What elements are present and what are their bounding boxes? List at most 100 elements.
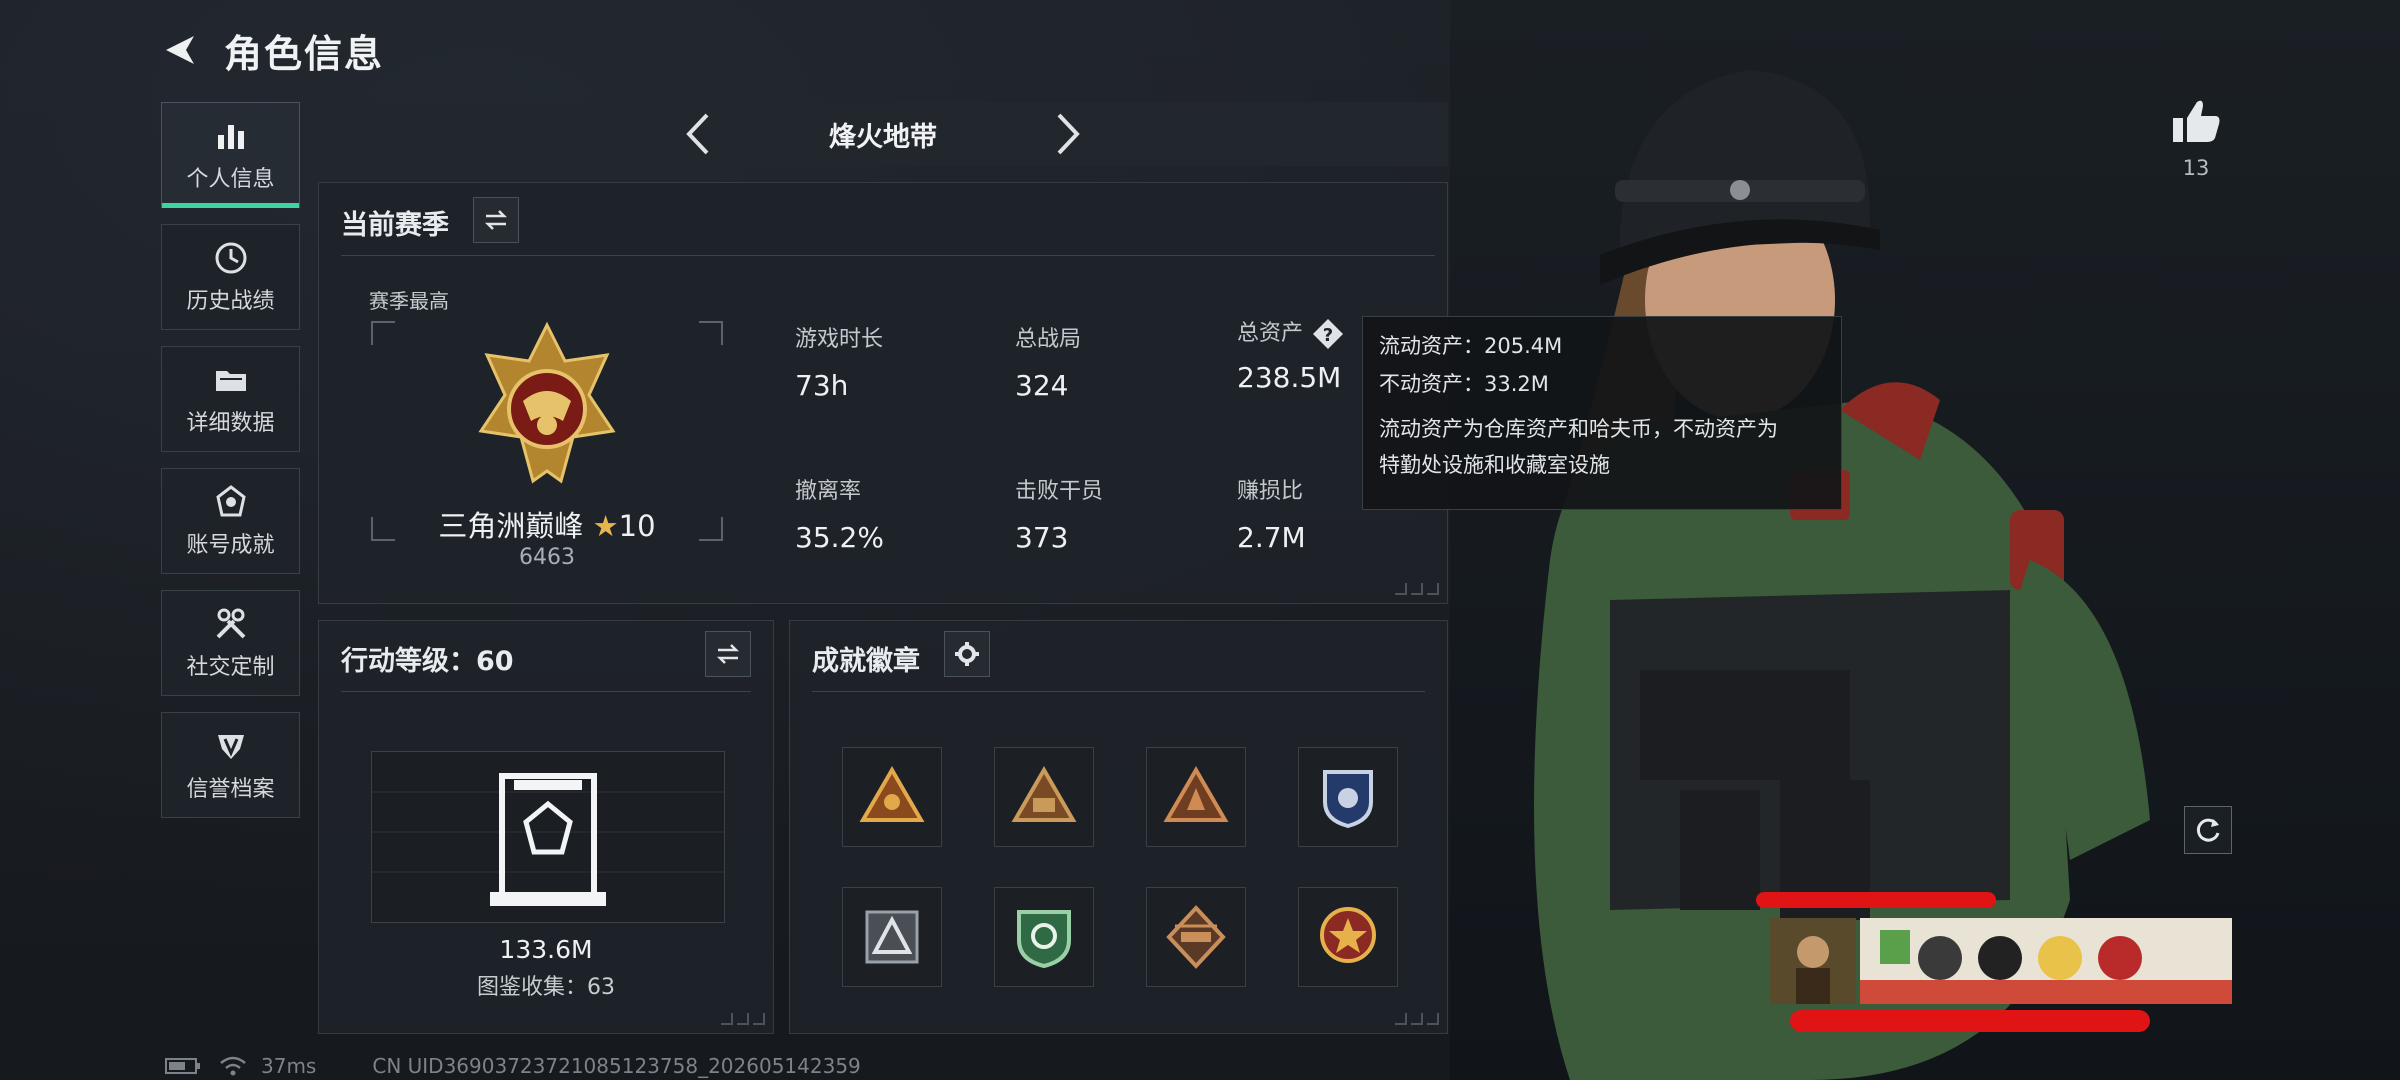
divider: [341, 691, 751, 692]
stat-value: 373: [1015, 521, 1069, 554]
level-switch-button[interactable]: [705, 631, 751, 677]
uid-text: CN UID3690372372108512375​8_202605142359: [372, 1054, 861, 1078]
divider: [812, 691, 1425, 692]
badge-slot[interactable]: [994, 887, 1094, 987]
rank-name-row: 三角洲巅峰 ★10: [371, 503, 723, 545]
stat-value: 35.2%: [795, 521, 884, 554]
profile-stickers-icon: [1770, 918, 2232, 1004]
battery-icon: [165, 1058, 200, 1074]
badge-slot[interactable]: [994, 747, 1094, 847]
stat-extract-rate: 撤离率 35.2%: [795, 473, 884, 554]
badge-slot[interactable]: [1298, 747, 1398, 847]
badge-slot[interactable]: [1146, 747, 1246, 847]
sidebar-item-detail-data[interactable]: 详细数据: [161, 346, 300, 452]
status-bar: 37ms CN UID3690372372108512375​8_2026051…: [165, 1054, 861, 1078]
collection-count: 图鉴收集：63: [477, 975, 615, 1000]
stat-profit-ratio: 赚损比 2.7M: [1237, 473, 1306, 554]
sidebar-item-history[interactable]: 历史战绩: [161, 224, 300, 330]
ping-value: 37ms: [261, 1054, 317, 1078]
rotate-model-button[interactable]: [2184, 806, 2232, 854]
achievement-icon: [215, 485, 246, 517]
tooltip-liquid: 流动资产：205.4M: [1379, 334, 1563, 358]
stat-label: 撤离率: [795, 479, 862, 504]
badge-slot[interactable]: [1146, 887, 1246, 987]
stat-total-assets: 总资产 ? 238.5M: [1237, 315, 1345, 394]
tooltip-desc-line: 特勤处设施和收藏室设施: [1379, 453, 1610, 477]
badges-title: 成就徽章: [812, 646, 920, 677]
thumbs-up-icon[interactable]: [2169, 96, 2223, 146]
rank-score: 6463: [519, 545, 575, 570]
stat-label-row: 总资产 ?: [1237, 315, 1345, 351]
season-panel: 当前赛季 赛季最高 三角洲巅峰 ★10 6463 游戏时长 73h 总战局 32…: [318, 182, 1448, 604]
badge-slot[interactable]: [842, 887, 942, 987]
stat-value: 73h: [795, 369, 849, 402]
help-icon[interactable]: ?: [1311, 317, 1345, 351]
wrench-icon: [216, 608, 245, 639]
chevron-right-icon[interactable]: [1047, 109, 1087, 159]
redaction-mark: [1756, 892, 1996, 908]
folder-icon: [215, 371, 246, 391]
wifi-icon: [220, 1056, 246, 1076]
rank-name: 三角洲巅峰: [438, 509, 584, 543]
season-title: 当前赛季: [341, 210, 449, 241]
sidebar-item-label: 信誉档案: [186, 777, 275, 802]
mode-tab-bar: 烽火地带: [318, 102, 1448, 166]
assets-tooltip: 流动资产：205.4M 不动资产：33.2M 流动资产为仓库资产和哈夫币，不动资…: [1362, 316, 1842, 510]
sidebar-item-label: 社交定制: [186, 655, 275, 680]
rank-stars: 10: [618, 509, 656, 543]
sidebar-item-label: 个人信息: [186, 167, 275, 192]
stat-value: 324: [1015, 369, 1069, 402]
chevron-left-icon[interactable]: [679, 109, 719, 159]
stat-total-matches: 总战局 324: [1015, 321, 1081, 402]
sidebar-item-achievements[interactable]: 账号成就: [161, 468, 300, 574]
stat-label: 赚损比: [1237, 479, 1304, 504]
sidebar-item-credit-record[interactable]: 信誉档案: [161, 712, 300, 818]
sidebar: 个人信息 历史战绩 详细数据 账号成就 社交定制 信誉档案: [161, 102, 300, 834]
badge-slot[interactable]: [1298, 887, 1398, 987]
sidebar-item-label: 账号成就: [186, 533, 275, 558]
svg-text:?: ?: [1323, 325, 1333, 346]
stat-value: 2.7M: [1237, 521, 1306, 554]
back-arrow-icon[interactable]: [160, 30, 200, 70]
rank-emblem-icon: [478, 321, 616, 484]
season-switch-button[interactable]: [473, 197, 519, 243]
stat-kills: 击败干员 373: [1015, 473, 1103, 554]
tooltip-fixed: 不动资产：33.2M: [1379, 372, 1549, 396]
frame-corner: [371, 321, 395, 345]
mode-title: 烽火地带: [829, 121, 937, 153]
like-count: 13: [2182, 156, 2210, 180]
badge-helicopter-icon: [1166, 905, 1226, 969]
page-header: 角色信息: [160, 22, 384, 78]
sidebar-item-personal-info[interactable]: 个人信息: [161, 102, 300, 208]
tooltip-desc-line: 流动资产为仓库资产和哈夫币，不动资产为: [1379, 417, 1778, 441]
badge-triangle-gold-icon: [859, 766, 925, 822]
frame-corner: [699, 321, 723, 345]
action-level-title: 行动等级：60: [341, 646, 514, 677]
shield-crest-icon: [217, 735, 244, 759]
collection-card[interactable]: [371, 751, 725, 923]
rotate-icon: [2196, 818, 2220, 842]
clock-icon: [215, 242, 246, 274]
badges-settings-button[interactable]: [944, 631, 990, 677]
stat-label: 总战局: [1015, 327, 1082, 352]
badge-green-shield-icon: [1017, 910, 1071, 969]
divider: [341, 255, 1435, 256]
redaction-mark: [1790, 1010, 2150, 1032]
swap-icon: [484, 210, 508, 230]
corner-marks: [721, 1013, 765, 1025]
sidebar-item-social-custom[interactable]: 社交定制: [161, 590, 300, 696]
stat-value: 238.5M: [1237, 361, 1342, 394]
corner-marks: [1395, 1013, 1439, 1025]
like-area: 13: [2166, 96, 2226, 180]
profile-sticker-strip: [1770, 918, 2232, 1004]
badge-triangle-team-icon: [1011, 766, 1077, 822]
collection-value: 133.6M: [499, 935, 593, 964]
stat-label: 击败干员: [1015, 479, 1104, 504]
badge-triangle-silver-icon: [865, 910, 919, 964]
season-best-label: 赛季最高: [369, 289, 449, 313]
star-icon: ★: [592, 509, 619, 543]
action-level-panel: 行动等级：60 133.6M 图鉴收集：63: [318, 620, 774, 1034]
badge-slot[interactable]: [842, 747, 942, 847]
bar-chart-icon: [217, 125, 244, 149]
badge-triangle-plain-icon: [1163, 766, 1229, 822]
